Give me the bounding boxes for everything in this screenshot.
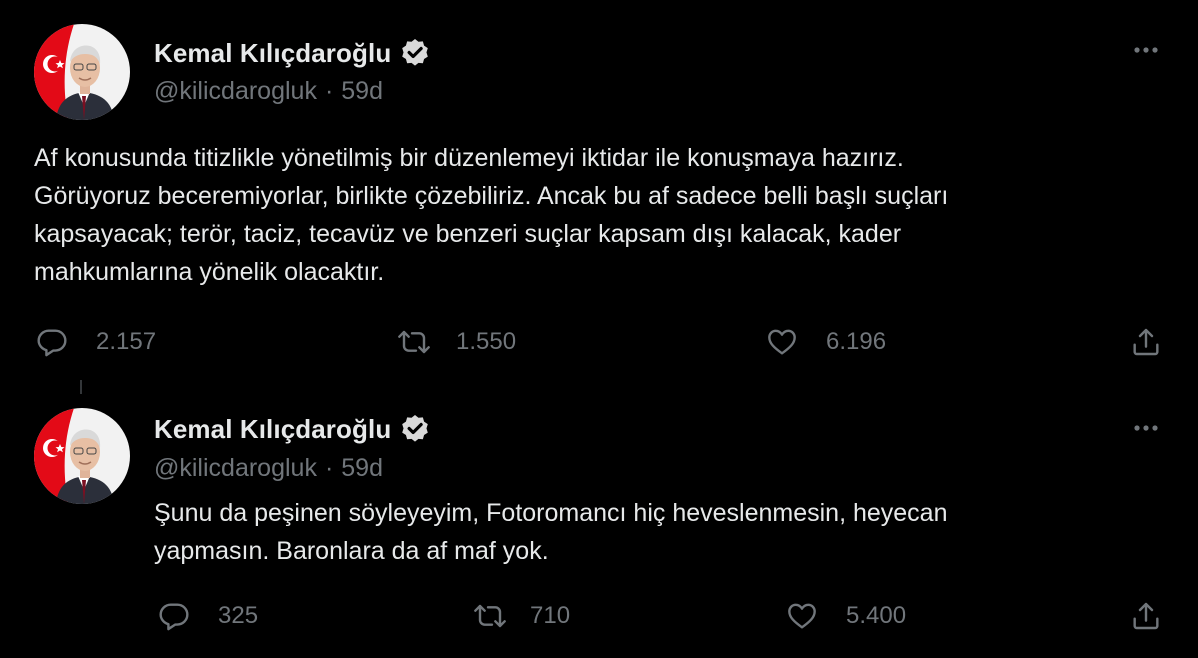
thread-connector-line xyxy=(80,380,82,394)
more-options-icon[interactable] xyxy=(1128,418,1164,438)
display-name[interactable]: Kemal Kılıçdaroğlu xyxy=(154,38,391,69)
share-button[interactable] xyxy=(1130,324,1162,360)
retweet-icon xyxy=(398,326,430,358)
like-count: 6.196 xyxy=(826,328,887,355)
retweet-button[interactable]: 710 xyxy=(474,598,570,634)
tweet-text: Şunu da peşinen söyleyeyim, Fotoromancı … xyxy=(154,499,948,565)
timestamp[interactable]: 59d xyxy=(341,77,383,105)
like-button[interactable]: 6.196 xyxy=(766,324,886,360)
heart-icon xyxy=(766,326,798,358)
handle-row: @kilicdarogluk · 59d xyxy=(154,75,383,107)
verified-badge-icon xyxy=(399,413,431,445)
timestamp[interactable]: 59d xyxy=(341,454,383,482)
retweet-count: 1.550 xyxy=(456,328,517,355)
display-name[interactable]: Kemal Kılıçdaroğlu xyxy=(154,414,391,445)
heart-icon xyxy=(786,600,818,632)
handle[interactable]: @kilicdarogluk xyxy=(154,77,317,105)
avatar[interactable] xyxy=(34,24,130,120)
reply-button[interactable]: 325 xyxy=(158,598,258,634)
handle[interactable]: @kilicdarogluk xyxy=(154,454,317,482)
like-count: 5.400 xyxy=(846,602,907,629)
like-button[interactable]: 5.400 xyxy=(786,598,906,634)
verified-badge-icon xyxy=(399,37,431,69)
retweet-button[interactable]: 1.550 xyxy=(398,324,516,360)
share-button[interactable] xyxy=(1130,598,1162,634)
reply-button[interactable]: 2.157 xyxy=(36,324,156,360)
author-name-row[interactable]: Kemal Kılıçdaroğlu xyxy=(154,412,431,446)
reply-icon xyxy=(158,600,190,632)
reply-count: 2.157 xyxy=(96,328,157,355)
author-name-row[interactable]: Kemal Kılıçdaroğlu xyxy=(154,36,431,70)
reply-count: 325 xyxy=(218,602,259,629)
separator: · xyxy=(324,454,334,482)
more-options-icon[interactable] xyxy=(1128,40,1164,60)
retweet-icon xyxy=(474,600,506,632)
separator: · xyxy=(324,77,334,105)
tweet[interactable]: Kemal Kılıçdaroğlu @kilicdarogluk · 59d Şu… xyxy=(0,380,1198,658)
share-icon xyxy=(1130,326,1162,358)
retweet-count: 710 xyxy=(530,602,571,629)
tweet-text: Af konusunda titizlikle yönetilmiş bir d… xyxy=(34,144,949,286)
tweet[interactable]: Kemal Kılıçdaroğlu @kilicdarogluk · 59d Af… xyxy=(0,0,1198,380)
reply-icon xyxy=(36,326,68,358)
avatar[interactable] xyxy=(34,408,130,504)
handle-row: @kilicdarogluk · 59d xyxy=(154,452,383,484)
share-icon xyxy=(1130,600,1162,632)
